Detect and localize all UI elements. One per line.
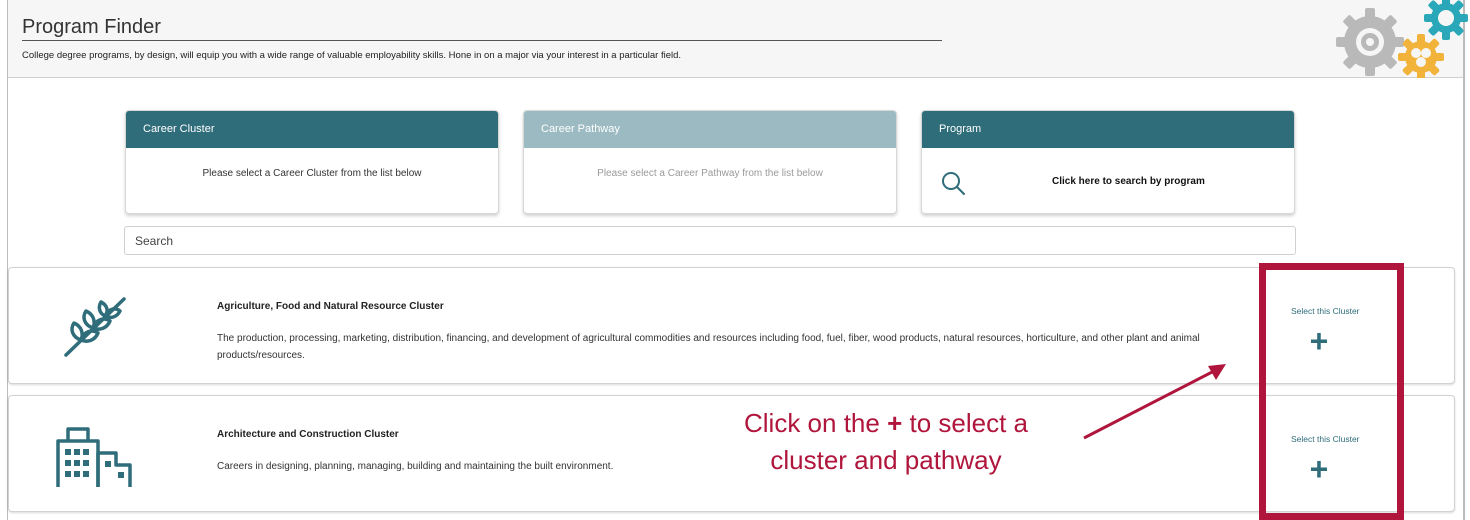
buildings-icon <box>56 427 132 487</box>
annotation-arrow-icon <box>1083 364 1226 440</box>
page-title: Program Finder <box>22 16 161 38</box>
gears-logo-icon <box>1336 0 1468 78</box>
callout-prefix: Click on the <box>744 408 888 438</box>
cluster-description: The production, processing, marketing, d… <box>217 333 1200 361</box>
career-pathway-card: Career Pathway Please select a Career Pa… <box>523 110 897 214</box>
right-border <box>1463 0 1465 520</box>
program-search-card[interactable]: Program Click here to search by program <box>921 110 1295 214</box>
program-card-body[interactable]: Click here to search by program <box>922 148 1294 213</box>
career-cluster-prompt: Please select a Career Cluster from the … <box>202 168 422 179</box>
title-divider <box>22 40 942 41</box>
career-cluster-heading: Career Cluster <box>126 111 498 148</box>
cluster-row-agriculture: Agriculture, Food and Natural Resource C… <box>8 267 1455 384</box>
career-cluster-card: Career Cluster Please select a Career Cl… <box>125 110 499 214</box>
career-pathway-prompt: Please select a Career Pathway from the … <box>597 168 823 179</box>
search-input[interactable]: Search <box>124 226 1296 255</box>
annotation-callout: Click on the + to select a cluster and p… <box>706 405 1066 479</box>
cluster-title: Architecture and Construction Cluster <box>217 429 399 440</box>
callout-suffix: to select a <box>902 408 1028 438</box>
page-header: Program Finder College degree programs, … <box>8 0 1468 78</box>
cluster-title: Agriculture, Food and Natural Resource C… <box>217 301 444 312</box>
callout-line-2: cluster and pathway <box>770 445 1002 475</box>
career-pathway-heading: Career Pathway <box>524 111 896 148</box>
wheat-icon <box>64 297 126 357</box>
program-heading: Program <box>922 111 1294 148</box>
callout-plus: + <box>887 408 903 438</box>
page-subtitle: College degree programs, by design, will… <box>22 50 682 61</box>
annotation-highlight-box <box>1259 263 1404 520</box>
search-icon[interactable] <box>940 170 966 196</box>
search-by-program-link[interactable]: Click here to search by program <box>1052 176 1205 187</box>
page: Program Finder College degree programs, … <box>0 0 1470 520</box>
callout-line-1: Click on the + to select a <box>706 405 1066 442</box>
